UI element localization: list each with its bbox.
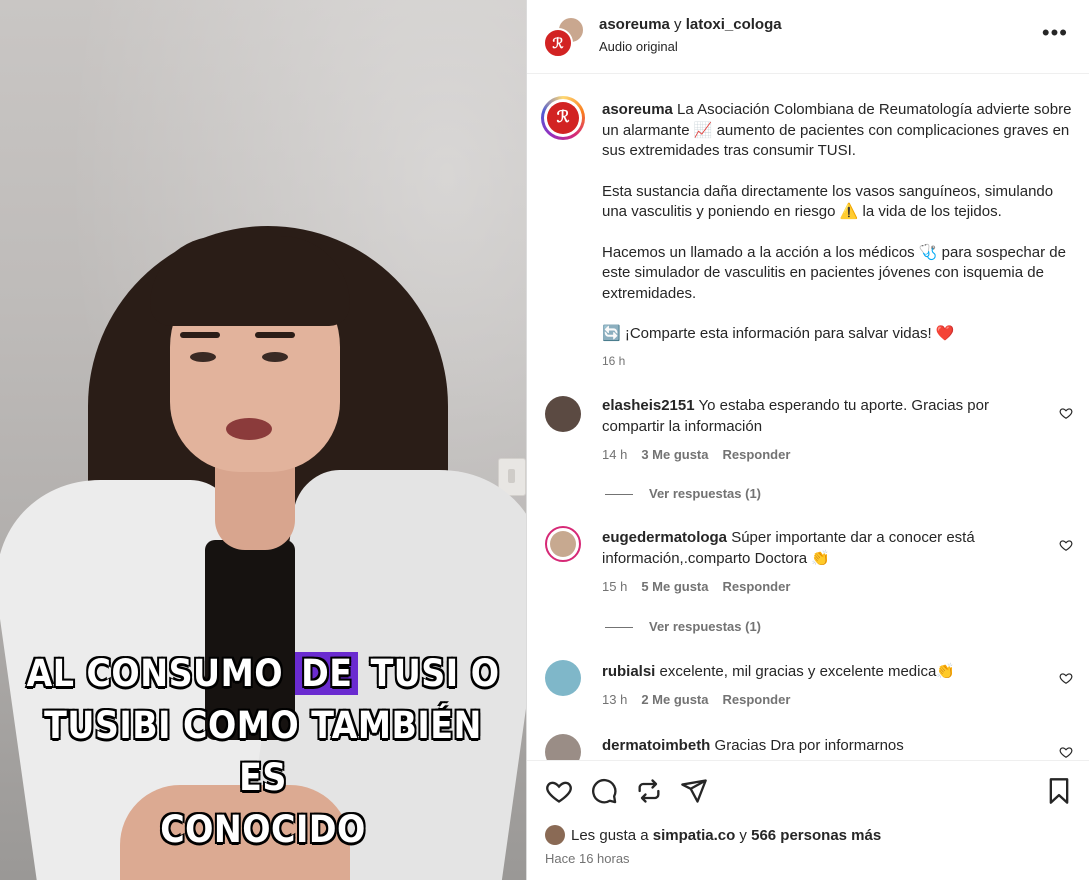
presenter-brow — [180, 332, 220, 338]
comment-time[interactable]: 14 h — [602, 447, 627, 462]
like-heart-icon[interactable] — [545, 777, 573, 805]
avatar[interactable] — [545, 526, 581, 562]
post-header: ℛ asoreuma y latoxi_cologa Audio origina… — [527, 0, 1089, 74]
like-comment-heart-icon[interactable] — [1059, 406, 1073, 420]
avatar[interactable] — [545, 660, 581, 696]
avatar: ℛ — [543, 28, 573, 58]
comment-username[interactable]: dermatoimbeth — [602, 737, 710, 754]
liker-link[interactable]: simpatia.co — [653, 827, 736, 844]
subtitle-text: TUSI O — [358, 652, 500, 695]
caption-time[interactable]: 16 h — [602, 351, 1072, 372]
comment-time[interactable]: 13 h — [602, 692, 627, 707]
author-link[interactable]: asoreuma — [599, 16, 670, 33]
presenter-bangs — [150, 236, 350, 326]
caption-paragraph: Hacemos un llamado a la acción a los méd… — [602, 243, 1066, 302]
likes-summary: Les gusta a simpatia.co y 566 personas m… — [545, 825, 881, 845]
audio-link[interactable]: Audio original — [599, 39, 678, 54]
comment-body: Gracias Dra por informarnos — [714, 737, 904, 754]
subtitle-line: TUSIBI COMO TAMBIÉN ES — [44, 704, 482, 799]
avatar — [545, 825, 565, 845]
comment-body: excelente, mil gracias y excelente medic… — [659, 663, 956, 680]
comment-text: rubialsi excelente, mil gracias y excele… — [602, 662, 1012, 683]
like-comment-heart-icon[interactable] — [1059, 745, 1073, 759]
comment-username[interactable]: elasheis2151 — [602, 397, 695, 414]
reply-button[interactable]: Responder — [723, 447, 791, 462]
subtitle-line: AL CONSUMO DE TUSI O — [20, 648, 506, 700]
subtitle-text: AL CONSUMO — [26, 652, 296, 695]
reply-button[interactable]: Responder — [723, 692, 791, 707]
caption-paragraph: 🔄 ¡Comparte esta información para salvar… — [602, 325, 955, 342]
like-comment-heart-icon[interactable] — [1059, 671, 1073, 685]
authors-joiner: y — [669, 16, 686, 33]
post-caption: asoreuma La Asociación Colombiana de Reu… — [602, 100, 1072, 371]
reply-button[interactable]: Responder — [723, 579, 791, 594]
post-timestamp[interactable]: Hace 16 horas — [545, 851, 630, 866]
comment-text: dermatoimbeth Gracias Dra por informarno… — [602, 736, 1012, 757]
like-comment-heart-icon[interactable] — [1059, 538, 1073, 552]
likes-count-link[interactable]: 566 personas más — [751, 827, 881, 844]
comment-time[interactable]: 15 h — [602, 579, 627, 594]
comment-text: elasheis2151 Yo estaba esperando tu apor… — [602, 396, 1012, 437]
collab-avatars[interactable]: ℛ — [543, 16, 585, 58]
avatar[interactable] — [545, 734, 581, 760]
presenter-eye — [190, 352, 216, 362]
view-replies-link[interactable]: Ver respuestas (1) — [605, 619, 761, 634]
repost-icon[interactable] — [635, 777, 663, 805]
view-replies-link[interactable]: Ver respuestas (1) — [605, 486, 761, 501]
share-send-icon[interactable] — [680, 777, 708, 805]
comment-username[interactable]: rubialsi — [602, 663, 655, 680]
comment-meta: 13 h 2 Me gusta Responder — [602, 692, 804, 707]
subtitle-highlight: DE — [295, 652, 359, 695]
video-subtitle: AL CONSUMO DE TUSI O TUSIBI COMO TAMBIÉN… — [20, 648, 506, 856]
comment-meta: 14 h 3 Me gusta Responder — [602, 447, 804, 462]
post-authors: asoreuma y latoxi_cologa — [599, 16, 782, 33]
comment-bubble-icon[interactable] — [590, 777, 618, 805]
presenter-eye — [262, 352, 288, 362]
comment-username[interactable]: eugedermatologa — [602, 529, 727, 546]
avatar[interactable]: ℛ — [541, 96, 585, 140]
more-options-icon[interactable]: ••• — [1042, 20, 1068, 46]
author-link[interactable]: latoxi_cologa — [686, 16, 782, 33]
likes-joiner: y — [735, 827, 752, 844]
presenter-mouth — [226, 418, 272, 440]
caption-paragraph: Esta sustancia daña directamente los vas… — [602, 182, 1054, 221]
caption-paragraph: La Asociación Colombiana de Reumatología… — [602, 101, 1072, 159]
comments-scroll-area[interactable]: ℛ asoreuma La Asociación Colombiana de R… — [527, 74, 1089, 760]
comment-likes[interactable]: 2 Me gusta — [641, 692, 708, 707]
avatar[interactable] — [545, 396, 581, 432]
comment-meta: 15 h 5 Me gusta Responder — [602, 579, 804, 594]
subtitle-line: CONOCIDO — [160, 808, 366, 851]
comment-text: eugedermatologa Súper importante dar a c… — [602, 528, 1012, 569]
comment-likes[interactable]: 5 Me gusta — [641, 579, 708, 594]
reel-video[interactable]: AL CONSUMO DE TUSI O TUSIBI COMO TAMBIÉN… — [0, 0, 526, 880]
post-panel: ℛ asoreuma y latoxi_cologa Audio origina… — [526, 0, 1089, 880]
post-actions-bar: Les gusta a simpatia.co y 566 personas m… — [527, 760, 1089, 881]
save-bookmark-icon[interactable] — [1045, 777, 1073, 805]
presenter-brow — [255, 332, 295, 338]
likes-prefix: Les gusta a — [571, 827, 653, 844]
caption-username[interactable]: asoreuma — [602, 101, 673, 118]
comment-likes[interactable]: 3 Me gusta — [641, 447, 708, 462]
